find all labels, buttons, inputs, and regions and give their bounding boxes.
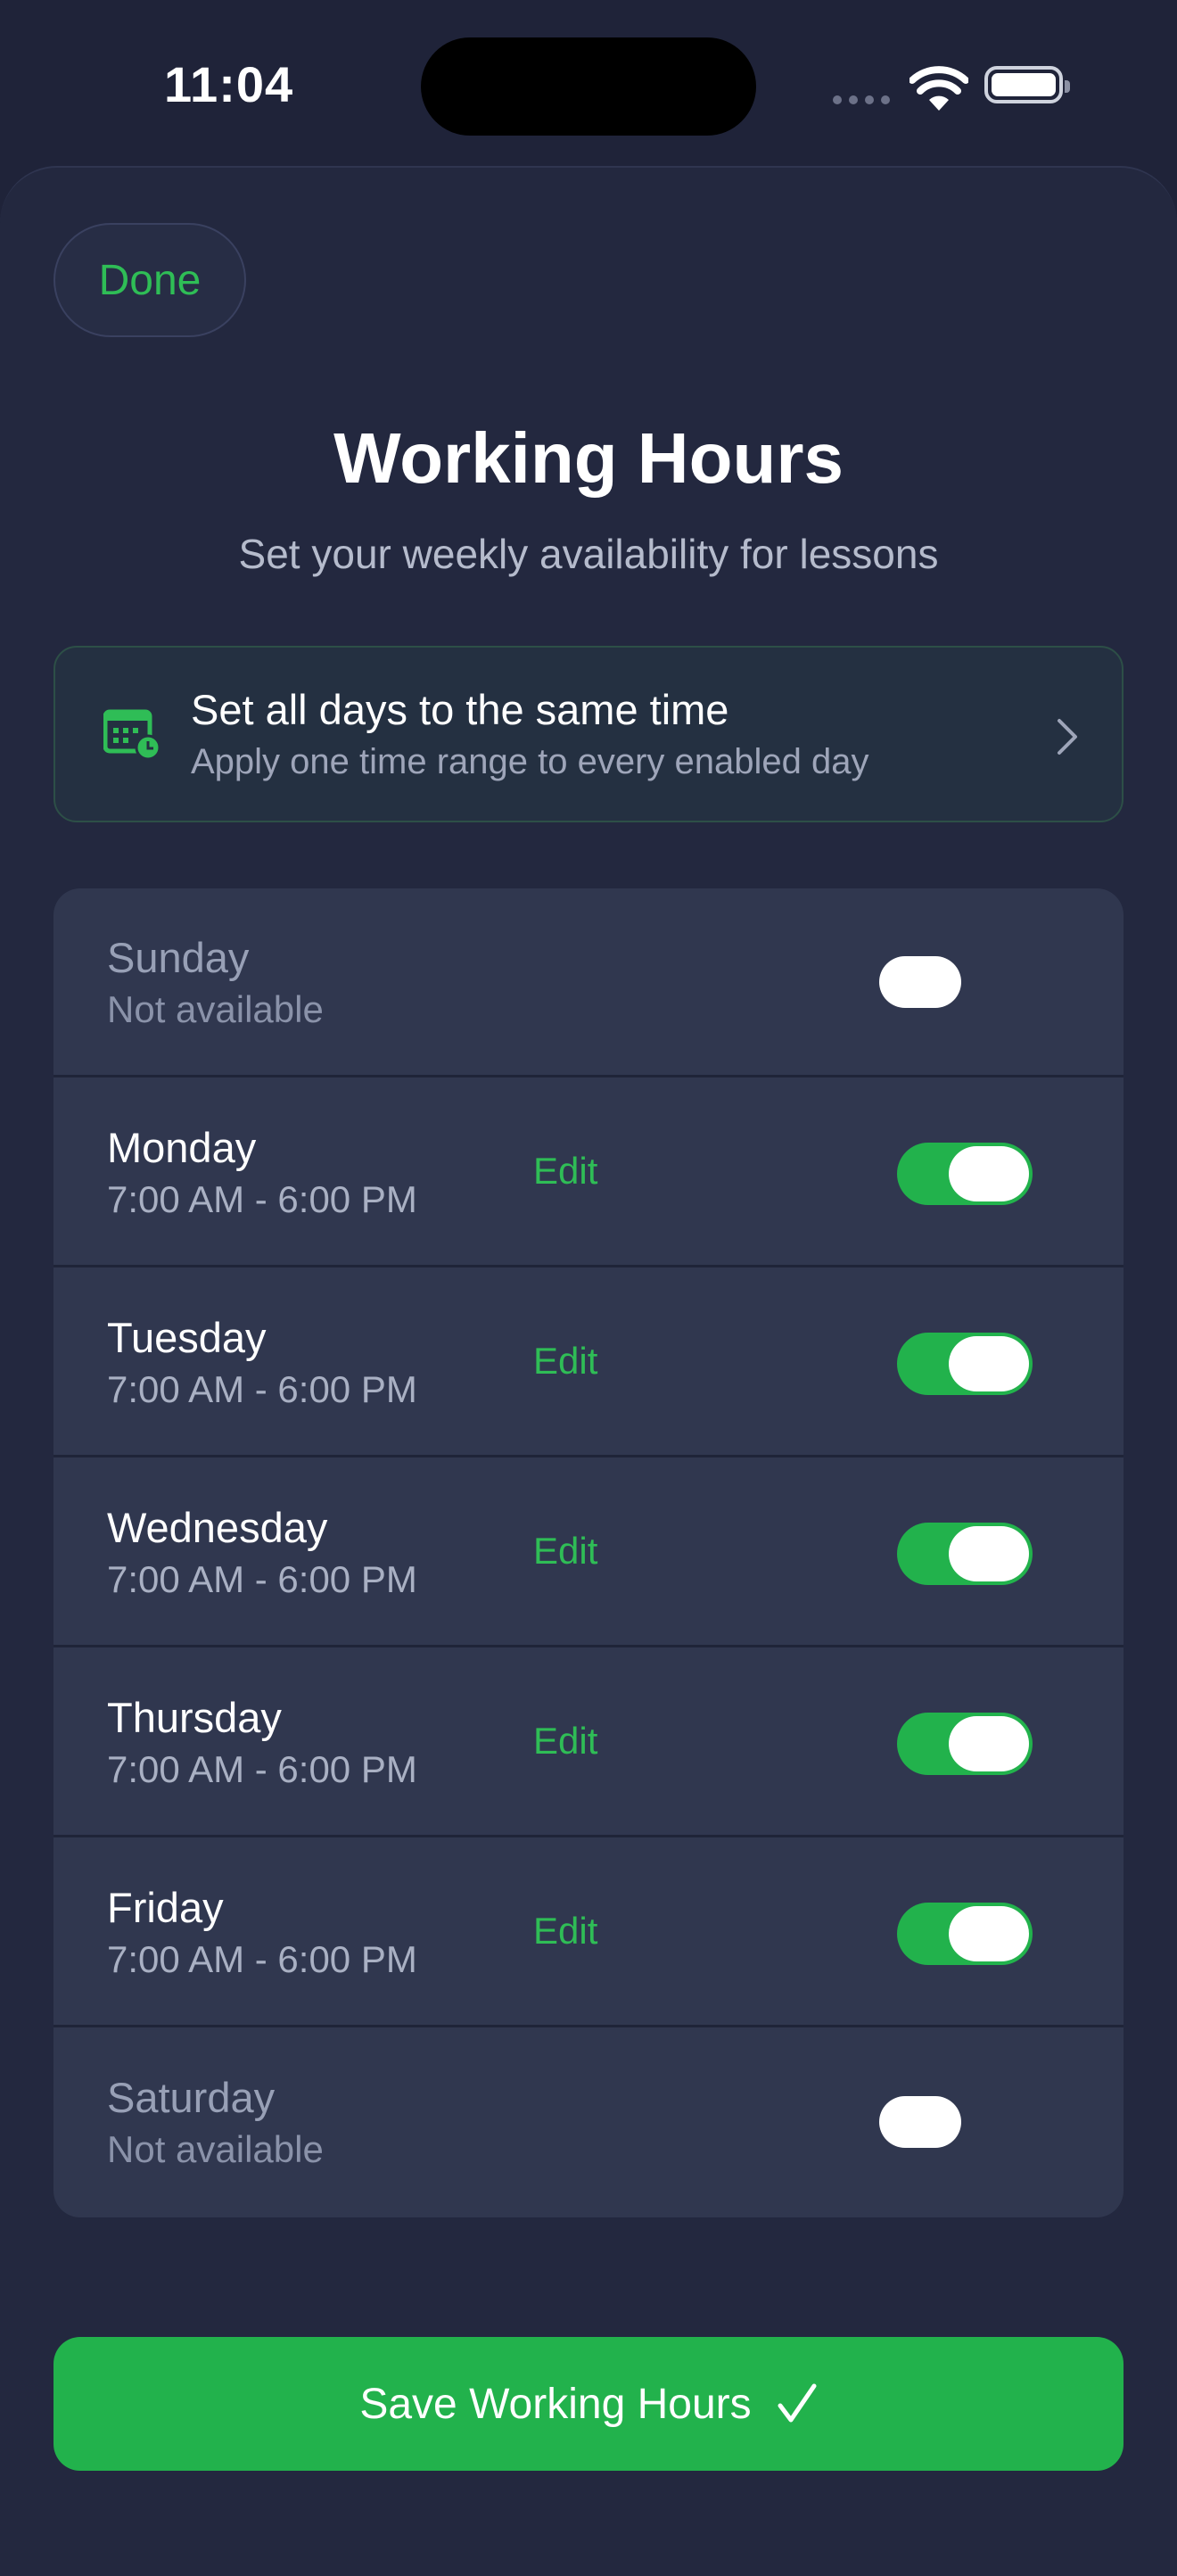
day-row-tuesday: Tuesday 7:00 AM - 6:00 PM Edit: [54, 1268, 1124, 1457]
edit-button-wednesday[interactable]: Edit: [533, 1530, 597, 1573]
availability-toggle-tuesday[interactable]: [897, 1333, 1033, 1395]
availability-toggle-friday[interactable]: [897, 1903, 1033, 1965]
day-name: Thursday: [107, 1694, 282, 1741]
save-working-hours-button[interactable]: Save Working Hours: [54, 2337, 1124, 2471]
day-row-thursday: Thursday 7:00 AM - 6:00 PM Edit: [54, 1648, 1124, 1837]
day-row-friday: Friday 7:00 AM - 6:00 PM Edit: [54, 1838, 1124, 2027]
day-row-wednesday: Wednesday 7:00 AM - 6:00 PM Edit: [54, 1458, 1124, 1647]
done-button[interactable]: Done: [54, 223, 246, 337]
day-name: Tuesday: [107, 1314, 267, 1361]
day-name: Monday: [107, 1124, 257, 1171]
availability-toggle-sunday[interactable]: [879, 956, 961, 1008]
set-all-days-card[interactable]: Set all days to the same time Apply one …: [54, 646, 1124, 822]
day-hours: 7:00 AM - 6:00 PM: [107, 1558, 417, 1600]
day-hours: 7:00 AM - 6:00 PM: [107, 1938, 417, 1980]
calendar-clock-icon: [103, 709, 161, 760]
availability-toggle-monday[interactable]: [897, 1143, 1033, 1205]
edit-button-friday[interactable]: Edit: [533, 1910, 597, 1953]
edit-button-thursday[interactable]: Edit: [533, 1720, 597, 1763]
day-row-sunday: Sunday Not available: [54, 888, 1124, 1077]
day-hours: 7:00 AM - 6:00 PM: [107, 1748, 417, 1790]
edit-button-monday[interactable]: Edit: [533, 1150, 597, 1193]
status-time: 11:04: [164, 56, 294, 112]
days-list: Sunday Not available Monday 7:00 AM - 6:…: [54, 888, 1124, 2217]
day-hours: 7:00 AM - 6:00 PM: [107, 1178, 417, 1220]
wifi-icon: [910, 66, 968, 111]
day-hours: Not available: [107, 988, 324, 1030]
day-name: Sunday: [107, 934, 250, 981]
battery-icon: [984, 66, 1070, 103]
day-name: Friday: [107, 1884, 224, 1931]
day-name: Wednesday: [107, 1504, 328, 1551]
day-row-monday: Monday 7:00 AM - 6:00 PM Edit: [54, 1078, 1124, 1267]
day-hours: 7:00 AM - 6:00 PM: [107, 1368, 417, 1410]
availability-toggle-wednesday[interactable]: [897, 1523, 1033, 1585]
save-button-label: Save Working Hours: [359, 2380, 752, 2428]
day-row-saturday: Saturday Not available: [54, 2028, 1124, 2217]
cellular-signal-icon: [833, 93, 897, 109]
page-title: Working Hours: [333, 418, 844, 498]
day-name: Saturday: [107, 2074, 276, 2121]
set-all-days-title: Set all days to the same time: [191, 686, 729, 733]
page-subtitle: Set your weekly availability for lessons: [238, 531, 939, 577]
working-hours-sheet: Done Working Hours Set your weekly avail…: [0, 166, 1177, 2576]
status-bar: 11:04: [0, 0, 1177, 169]
availability-toggle-saturday[interactable]: [879, 2096, 961, 2148]
edit-button-tuesday[interactable]: Edit: [533, 1340, 597, 1383]
checkmark-icon: [778, 2383, 817, 2423]
availability-toggle-thursday[interactable]: [897, 1713, 1033, 1775]
day-hours: Not available: [107, 2128, 324, 2170]
set-all-days-subtitle: Apply one time range to every enabled da…: [191, 742, 869, 781]
chevron-right-icon: [1058, 719, 1077, 755]
dynamic-island: [421, 37, 756, 136]
